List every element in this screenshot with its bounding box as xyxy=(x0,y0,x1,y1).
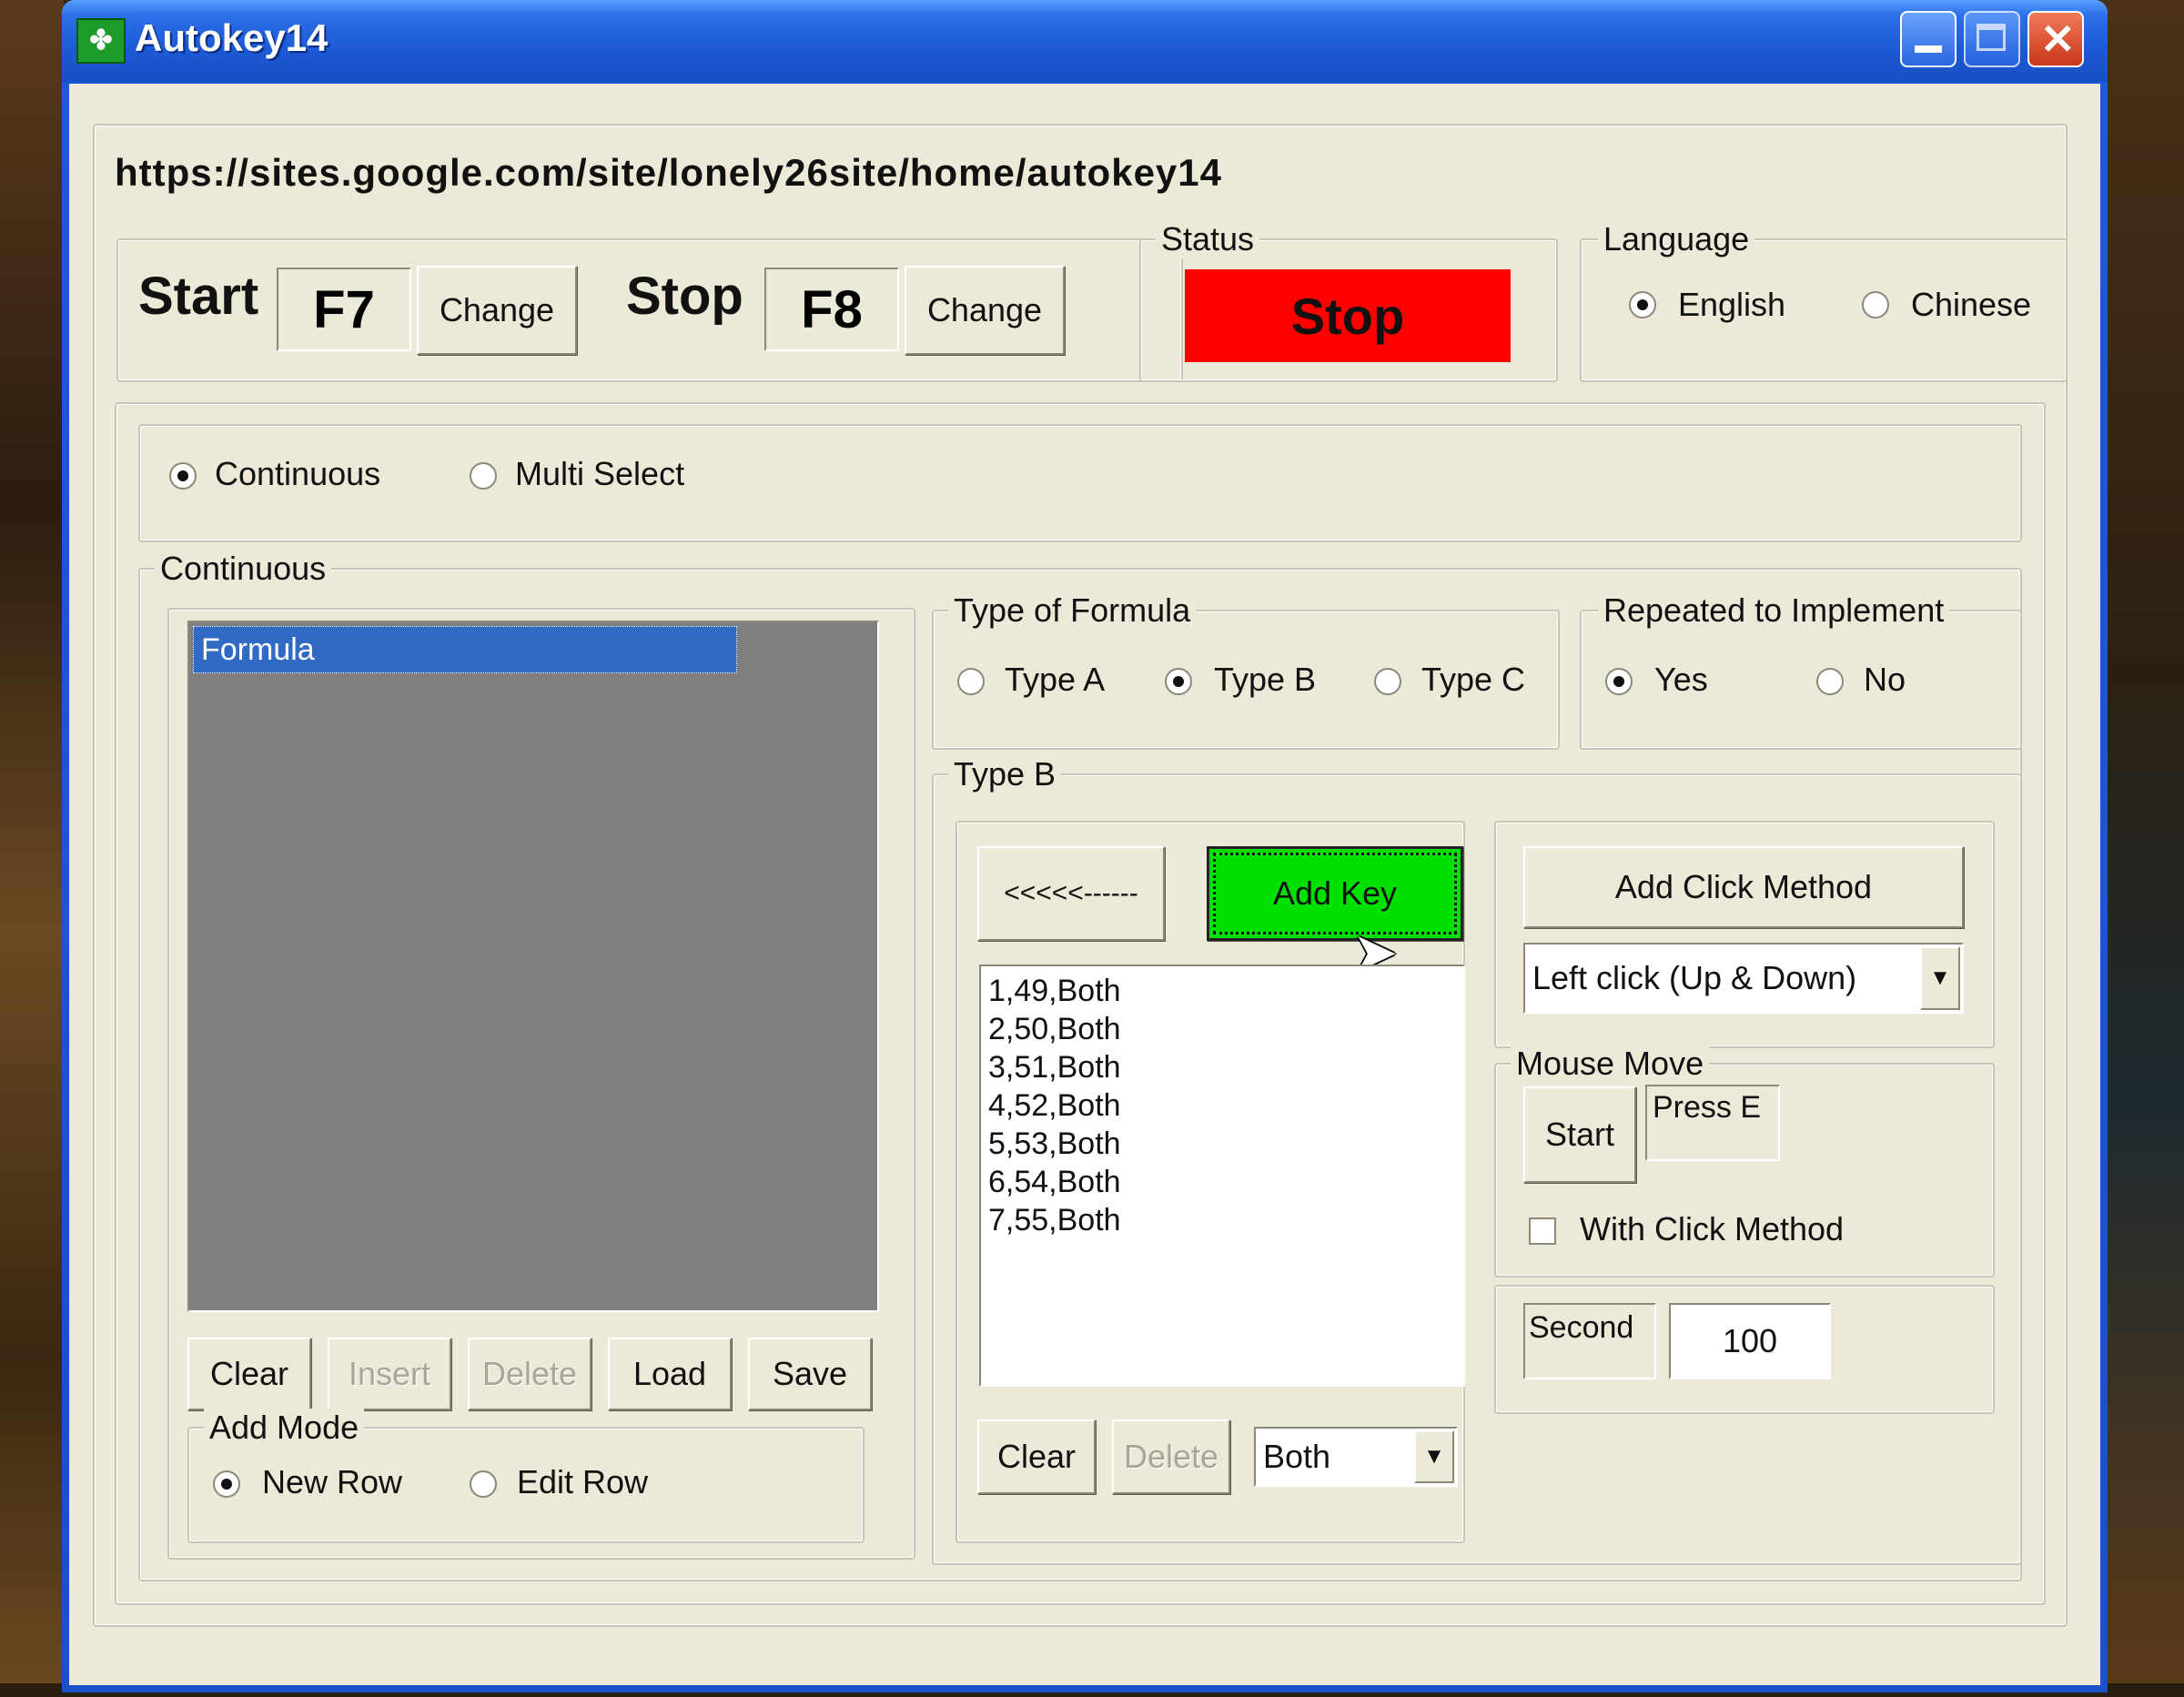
mouse-move-press-box: Press E xyxy=(1645,1085,1780,1161)
close-icon: ✕ xyxy=(2040,15,2076,63)
mouse-move-start-button[interactable]: Start xyxy=(1523,1086,1636,1183)
status-group-label: Status xyxy=(1156,220,1260,258)
formula-list-item-label: Formula xyxy=(201,632,315,667)
chevron-down-icon[interactable]: ▼ xyxy=(1414,1430,1454,1483)
with-click-method-checkbox[interactable] xyxy=(1529,1217,1556,1245)
repeated-yes-label[interactable]: Yes xyxy=(1654,661,1708,699)
background-game-right xyxy=(2102,0,2184,1697)
stop-key-box: F8 xyxy=(764,268,899,351)
type-b-label[interactable]: Type B xyxy=(1214,661,1316,699)
close-button[interactable]: ✕ xyxy=(2027,11,2084,67)
window-title: Autokey14 xyxy=(135,16,329,59)
mode-continuous-label[interactable]: Continuous xyxy=(215,455,380,493)
maximize-button[interactable] xyxy=(1964,11,2020,67)
both-select-value: Both xyxy=(1263,1438,1331,1475)
add-mode-group-label: Add Mode xyxy=(204,1409,365,1447)
key-list-item[interactable]: 1,49,Both xyxy=(988,972,1121,1010)
click-method-select[interactable]: Left click (Up & Down) ▼ xyxy=(1523,943,1964,1014)
start-label: Start xyxy=(138,267,259,326)
mode-continuous-radio[interactable] xyxy=(169,462,197,490)
repeated-yes-radio[interactable] xyxy=(1605,668,1633,695)
add-key-button[interactable]: Add Key xyxy=(1207,846,1463,941)
mode-multiselect-label[interactable]: Multi Select xyxy=(515,455,684,493)
formula-save-button[interactable]: Save xyxy=(748,1338,872,1410)
language-group-label: Language xyxy=(1598,220,1755,258)
maximize-icon xyxy=(1977,24,2006,51)
type-c-radio[interactable] xyxy=(1374,668,1401,695)
url-label: https://sites.google.com/site/lonely26si… xyxy=(115,151,1223,194)
mode-group xyxy=(138,424,2022,542)
add-mode-edit-row-label[interactable]: Edit Row xyxy=(517,1463,648,1501)
formula-insert-button[interactable]: Insert xyxy=(328,1338,451,1410)
formula-clear-button[interactable]: Clear xyxy=(187,1338,311,1410)
repeated-group xyxy=(1580,610,2022,750)
key-list-item[interactable]: 5,53,Both xyxy=(988,1125,1121,1163)
second-label: Second xyxy=(1529,1310,1634,1345)
repeated-group-label: Repeated to Implement xyxy=(1598,591,1950,630)
background-game-left xyxy=(0,0,64,1697)
second-input[interactable]: 100 xyxy=(1669,1303,1831,1379)
add-mode-new-row-radio[interactable] xyxy=(213,1470,240,1498)
key-list-items: 1,49,Both 2,50,Both 3,51,Both 4,52,Both 5,53… xyxy=(988,972,1121,1239)
type-of-formula-label: Type of Formula xyxy=(948,591,1197,630)
key-list-item[interactable]: 3,51,Both xyxy=(988,1048,1121,1086)
language-chinese-label[interactable]: Chinese xyxy=(1911,286,2031,324)
mouse-move-press-label: Press E xyxy=(1653,1090,1762,1125)
key-delete-button[interactable]: Delete xyxy=(1112,1419,1230,1494)
status-value: Stop xyxy=(1290,287,1405,345)
formula-delete-button[interactable]: Delete xyxy=(468,1338,592,1410)
second-label-box: Second xyxy=(1523,1303,1656,1379)
formula-listbox[interactable]: Formula xyxy=(187,621,879,1312)
add-key-label: Add Key xyxy=(1272,874,1398,912)
stop-label: Stop xyxy=(626,267,743,326)
formula-list-item-selected[interactable]: Formula xyxy=(193,626,737,673)
repeated-no-label[interactable]: No xyxy=(1864,661,1906,699)
stop-change-button[interactable]: Change xyxy=(905,266,1065,355)
key-clear-button[interactable]: Clear xyxy=(977,1419,1096,1494)
with-click-method-label[interactable]: With Click Method xyxy=(1580,1210,1844,1248)
formula-load-button[interactable]: Load xyxy=(608,1338,732,1410)
key-list-item[interactable]: 2,50,Both xyxy=(988,1010,1121,1048)
status-indicator: Stop xyxy=(1185,269,1511,362)
start-change-button[interactable]: Change xyxy=(417,266,577,355)
app-icon: ✤ xyxy=(76,18,126,64)
add-mode-edit-row-radio[interactable] xyxy=(470,1470,497,1498)
client-area: https://sites.google.com/site/lonely26si… xyxy=(69,84,2100,1685)
type-a-label[interactable]: Type A xyxy=(1005,661,1105,699)
language-english-radio[interactable] xyxy=(1629,291,1656,318)
add-mode-new-row-label[interactable]: New Row xyxy=(262,1463,402,1501)
type-c-label[interactable]: Type C xyxy=(1421,661,1525,699)
type-b-group-label: Type B xyxy=(948,755,1062,793)
key-list-item[interactable]: 7,55,Both xyxy=(988,1201,1121,1239)
both-select[interactable]: Both ▼ xyxy=(1254,1427,1458,1487)
key-list-item[interactable]: 6,54,Both xyxy=(988,1163,1121,1201)
type-a-radio[interactable] xyxy=(957,668,985,695)
start-key-box: F7 xyxy=(277,268,411,351)
language-english-label[interactable]: English xyxy=(1678,286,1785,324)
mouse-move-group-label: Mouse Move xyxy=(1511,1045,1710,1083)
chevron-down-icon[interactable]: ▼ xyxy=(1920,946,1960,1010)
type-b-radio[interactable] xyxy=(1165,668,1192,695)
second-input-value: 100 xyxy=(1722,1322,1778,1359)
key-listbox[interactable]: 1,49,Both 2,50,Both 3,51,Both 4,52,Both 5,53… xyxy=(979,965,1465,1387)
language-chinese-radio[interactable] xyxy=(1862,291,1889,318)
minimize-icon xyxy=(1915,45,1942,53)
back-arrow-button[interactable]: <<<<<------ xyxy=(977,846,1165,941)
continuous-group-label: Continuous xyxy=(155,550,332,588)
minimize-button[interactable] xyxy=(1900,11,1956,67)
add-click-method-button[interactable]: Add Click Method xyxy=(1523,846,1964,928)
app-window: ✤ Autokey14 ✕ https://sites.google.com/s… xyxy=(62,0,2108,1692)
click-method-select-value: Left click (Up & Down) xyxy=(1532,959,1857,996)
repeated-no-radio[interactable] xyxy=(1816,668,1844,695)
title-bar[interactable]: ✤ Autokey14 ✕ xyxy=(62,0,2108,82)
key-list-item[interactable]: 4,52,Both xyxy=(988,1086,1121,1125)
mode-multiselect-radio[interactable] xyxy=(470,462,497,490)
